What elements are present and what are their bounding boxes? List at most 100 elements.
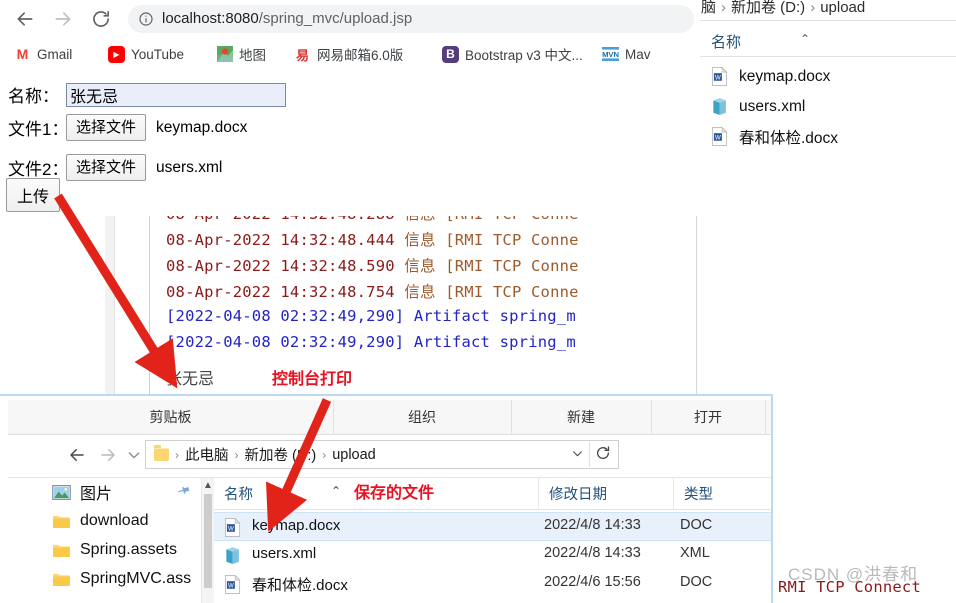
right-panel-divider bbox=[697, 20, 956, 21]
google-maps-icon bbox=[216, 46, 233, 63]
file-name-cell: users.xml bbox=[252, 545, 317, 562]
column-header-修改日期[interactable]: 修改日期 bbox=[539, 478, 674, 509]
bookmark-label: 地图 bbox=[239, 48, 266, 63]
bookmark-label: 网易邮箱6.0版 bbox=[317, 48, 404, 63]
breadcrumb-segment[interactable]: 此电脑 bbox=[185, 444, 229, 465]
right-panel-file-name: keymap.docx bbox=[739, 67, 831, 85]
file-explorer-window: 剪贴板 组织 新建 打开 › 此电脑 › 新加卷 (D:) › upload 图… bbox=[0, 394, 773, 603]
nav-pane-item-label: Spring.assets bbox=[80, 541, 177, 558]
table-row[interactable]: users.xml 2022/4/8 14:33 XML bbox=[214, 541, 773, 570]
file-date-cell: 2022/4/8 14:33 bbox=[544, 545, 641, 561]
right-panel-file-row[interactable]: Wkeymap.docx bbox=[697, 62, 956, 91]
bookmark-label: Gmail bbox=[37, 46, 73, 62]
column-header-类型[interactable]: 类型 bbox=[674, 478, 773, 509]
bookmark-mav[interactable]: MVN Mav bbox=[602, 43, 651, 65]
ribbon-group-label: 新建 bbox=[567, 409, 595, 425]
log-line-tail: 信息 [RMI TCP Conne bbox=[404, 257, 579, 275]
svg-text:W: W bbox=[715, 134, 721, 141]
scrollbar-thumb[interactable] bbox=[204, 494, 212, 588]
breadcrumb-separator: › bbox=[322, 447, 327, 462]
breadcrumb-segment[interactable]: upload bbox=[820, 0, 865, 16]
nav-pane-item-download[interactable]: download bbox=[8, 507, 210, 535]
nav-pane-item-[interactable]: 图片 bbox=[8, 478, 210, 506]
table-row[interactable]: W 春和体检.docx 2022/4/6 15:56 DOC bbox=[214, 570, 773, 599]
refresh-icon[interactable] bbox=[595, 445, 611, 466]
xml-file-icon bbox=[711, 97, 728, 116]
right-panel-file-row[interactable]: W 春和体检.docx bbox=[697, 122, 956, 151]
address-bar-url: localhost:8080/spring_mvc/upload.jsp bbox=[162, 8, 412, 30]
column-header-label: 修改日期 bbox=[549, 487, 607, 503]
chevron-down-icon[interactable] bbox=[571, 447, 584, 463]
file-type-cell: DOC bbox=[680, 574, 713, 590]
right-explorer-panel: 脑 › 新加卷 (D:) › upload 名称 ⌃ Wkeymap.docx users… bbox=[696, 0, 956, 403]
right-panel-file-row[interactable]: users.xml bbox=[697, 92, 956, 121]
nav-pane-item-label: download bbox=[80, 512, 149, 529]
upload-submit-button[interactable]: 上传 bbox=[6, 178, 61, 212]
console-printed-value: 张无忌 bbox=[166, 371, 215, 388]
file1-choose-button[interactable]: 选择文件 bbox=[66, 114, 147, 141]
url-host: localhost:8080 bbox=[162, 10, 259, 27]
reload-button[interactable] bbox=[88, 6, 114, 32]
right-panel-column-header[interactable]: 名称 ⌃ bbox=[697, 28, 956, 54]
ribbon-group-剪贴板[interactable]: 剪贴板 bbox=[8, 400, 334, 434]
bootstrap-icon: B bbox=[442, 45, 459, 63]
bookmark-bootstrap-v3[interactable]: B Bootstrap v3 中文... bbox=[442, 43, 583, 65]
breadcrumb-path[interactable]: › 此电脑 › 新加卷 (D:) › upload bbox=[145, 440, 619, 469]
address-bar[interactable]: localhost:8080/spring_mvc/upload.jsp bbox=[128, 5, 694, 33]
bookmark-[interactable]: 地图 bbox=[216, 43, 266, 65]
pictures-icon bbox=[52, 484, 71, 500]
file2-row: 文件2： 选择文件 users.xml bbox=[8, 154, 222, 181]
breadcrumb-segment[interactable]: 新加卷 (D:) bbox=[245, 444, 317, 465]
bookmark-label: Mav bbox=[625, 46, 651, 62]
ribbon-group-打开[interactable]: 打开 bbox=[651, 400, 766, 434]
right-panel-header-rule bbox=[697, 56, 956, 57]
ribbon-group-组织[interactable]: 组织 bbox=[333, 400, 512, 434]
breadcrumb-separator: › bbox=[810, 0, 816, 16]
folder-icon bbox=[52, 572, 71, 587]
breadcrumb-segment[interactable]: upload bbox=[332, 447, 376, 463]
right-panel-breadcrumb[interactable]: 脑 › 新加卷 (D:) › upload bbox=[701, 0, 865, 17]
nav-pane-item-spring-assets[interactable]: Spring.assets bbox=[8, 536, 210, 564]
file1-row: 文件1： 选择文件 keymap.docx bbox=[8, 114, 247, 141]
bookmark-youtube[interactable]: ▶ YouTube bbox=[108, 43, 184, 65]
site-info-icon[interactable] bbox=[138, 11, 154, 27]
folder-icon bbox=[52, 543, 71, 558]
explorer-ribbon: 剪贴板 组织 新建 打开 bbox=[8, 400, 773, 435]
scroll-up-icon[interactable]: ▲ bbox=[203, 480, 213, 491]
up-one-level-button[interactable] bbox=[116, 444, 159, 466]
explorer-file-list: 类型 修改日期 名称 ⌃ 保存的文件 Wkeymap.docx 2022/4/8 14… bbox=[214, 478, 773, 603]
bookmark-6-0[interactable]: 易网易邮箱6.0版 bbox=[294, 43, 403, 65]
chrome-browser-window: localhost:8080/spring_mvc/upload.jsp M Gm… bbox=[0, 0, 700, 216]
explorer-back-button[interactable] bbox=[66, 444, 88, 466]
navigation-pane-scrollbar[interactable]: ▲ bbox=[201, 478, 214, 603]
console-log-line: 08-Apr-2022 14:32:48.754 信息 [RMI TCP Con… bbox=[166, 280, 579, 302]
back-button[interactable] bbox=[12, 6, 38, 32]
console-log-line: [2022-04-08 02:32:49,290] Artifact sprin… bbox=[166, 307, 576, 325]
breadcrumb-separator: › bbox=[234, 447, 239, 462]
gmail-icon: M bbox=[14, 45, 31, 63]
ribbon-group-label: 组织 bbox=[408, 409, 436, 425]
ribbon-group-label: 剪贴板 bbox=[149, 409, 192, 425]
breadcrumb-separator: › bbox=[721, 0, 727, 16]
file1-label: 文件1： bbox=[8, 120, 69, 139]
browser-toolbar: localhost:8080/spring_mvc/upload.jsp bbox=[0, 0, 700, 36]
svg-text:W: W bbox=[228, 525, 234, 532]
breadcrumb-segment[interactable]: 新加卷 (D:) bbox=[731, 0, 805, 16]
url-path: /spring_mvc/upload.jsp bbox=[258, 10, 413, 27]
bookmark-gmail[interactable]: M Gmail bbox=[14, 43, 72, 65]
log-line-text: [2022-04-08 02:32:49,290] Artifact sprin… bbox=[166, 333, 576, 351]
forward-button[interactable] bbox=[50, 6, 76, 32]
file2-choose-button[interactable]: 选择文件 bbox=[66, 154, 147, 181]
sort-caret-icon: ⌃ bbox=[800, 32, 811, 46]
log-line-text: [2022-04-08 02:32:49,290] Artifact sprin… bbox=[166, 307, 576, 325]
console-output-panel[interactable]: 08-Apr-2022 14:32:48.288 信息 [RMI TCP Con… bbox=[150, 200, 770, 400]
word-doc-icon: W bbox=[711, 66, 728, 86]
noop10 bbox=[96, 444, 118, 466]
name-input[interactable] bbox=[66, 82, 286, 107]
pin-icon[interactable] bbox=[172, 481, 193, 502]
nav-pane-item-springmvc-ass[interactable]: SpringMVC.ass bbox=[8, 565, 210, 593]
word-doc-icon: W bbox=[224, 517, 241, 537]
table-row[interactable]: Wkeymap.docx 2022/4/8 14:33 DOC bbox=[214, 512, 773, 541]
breadcrumb-segment[interactable]: 脑 bbox=[701, 0, 716, 16]
ribbon-group-新建[interactable]: 新建 bbox=[511, 400, 652, 434]
